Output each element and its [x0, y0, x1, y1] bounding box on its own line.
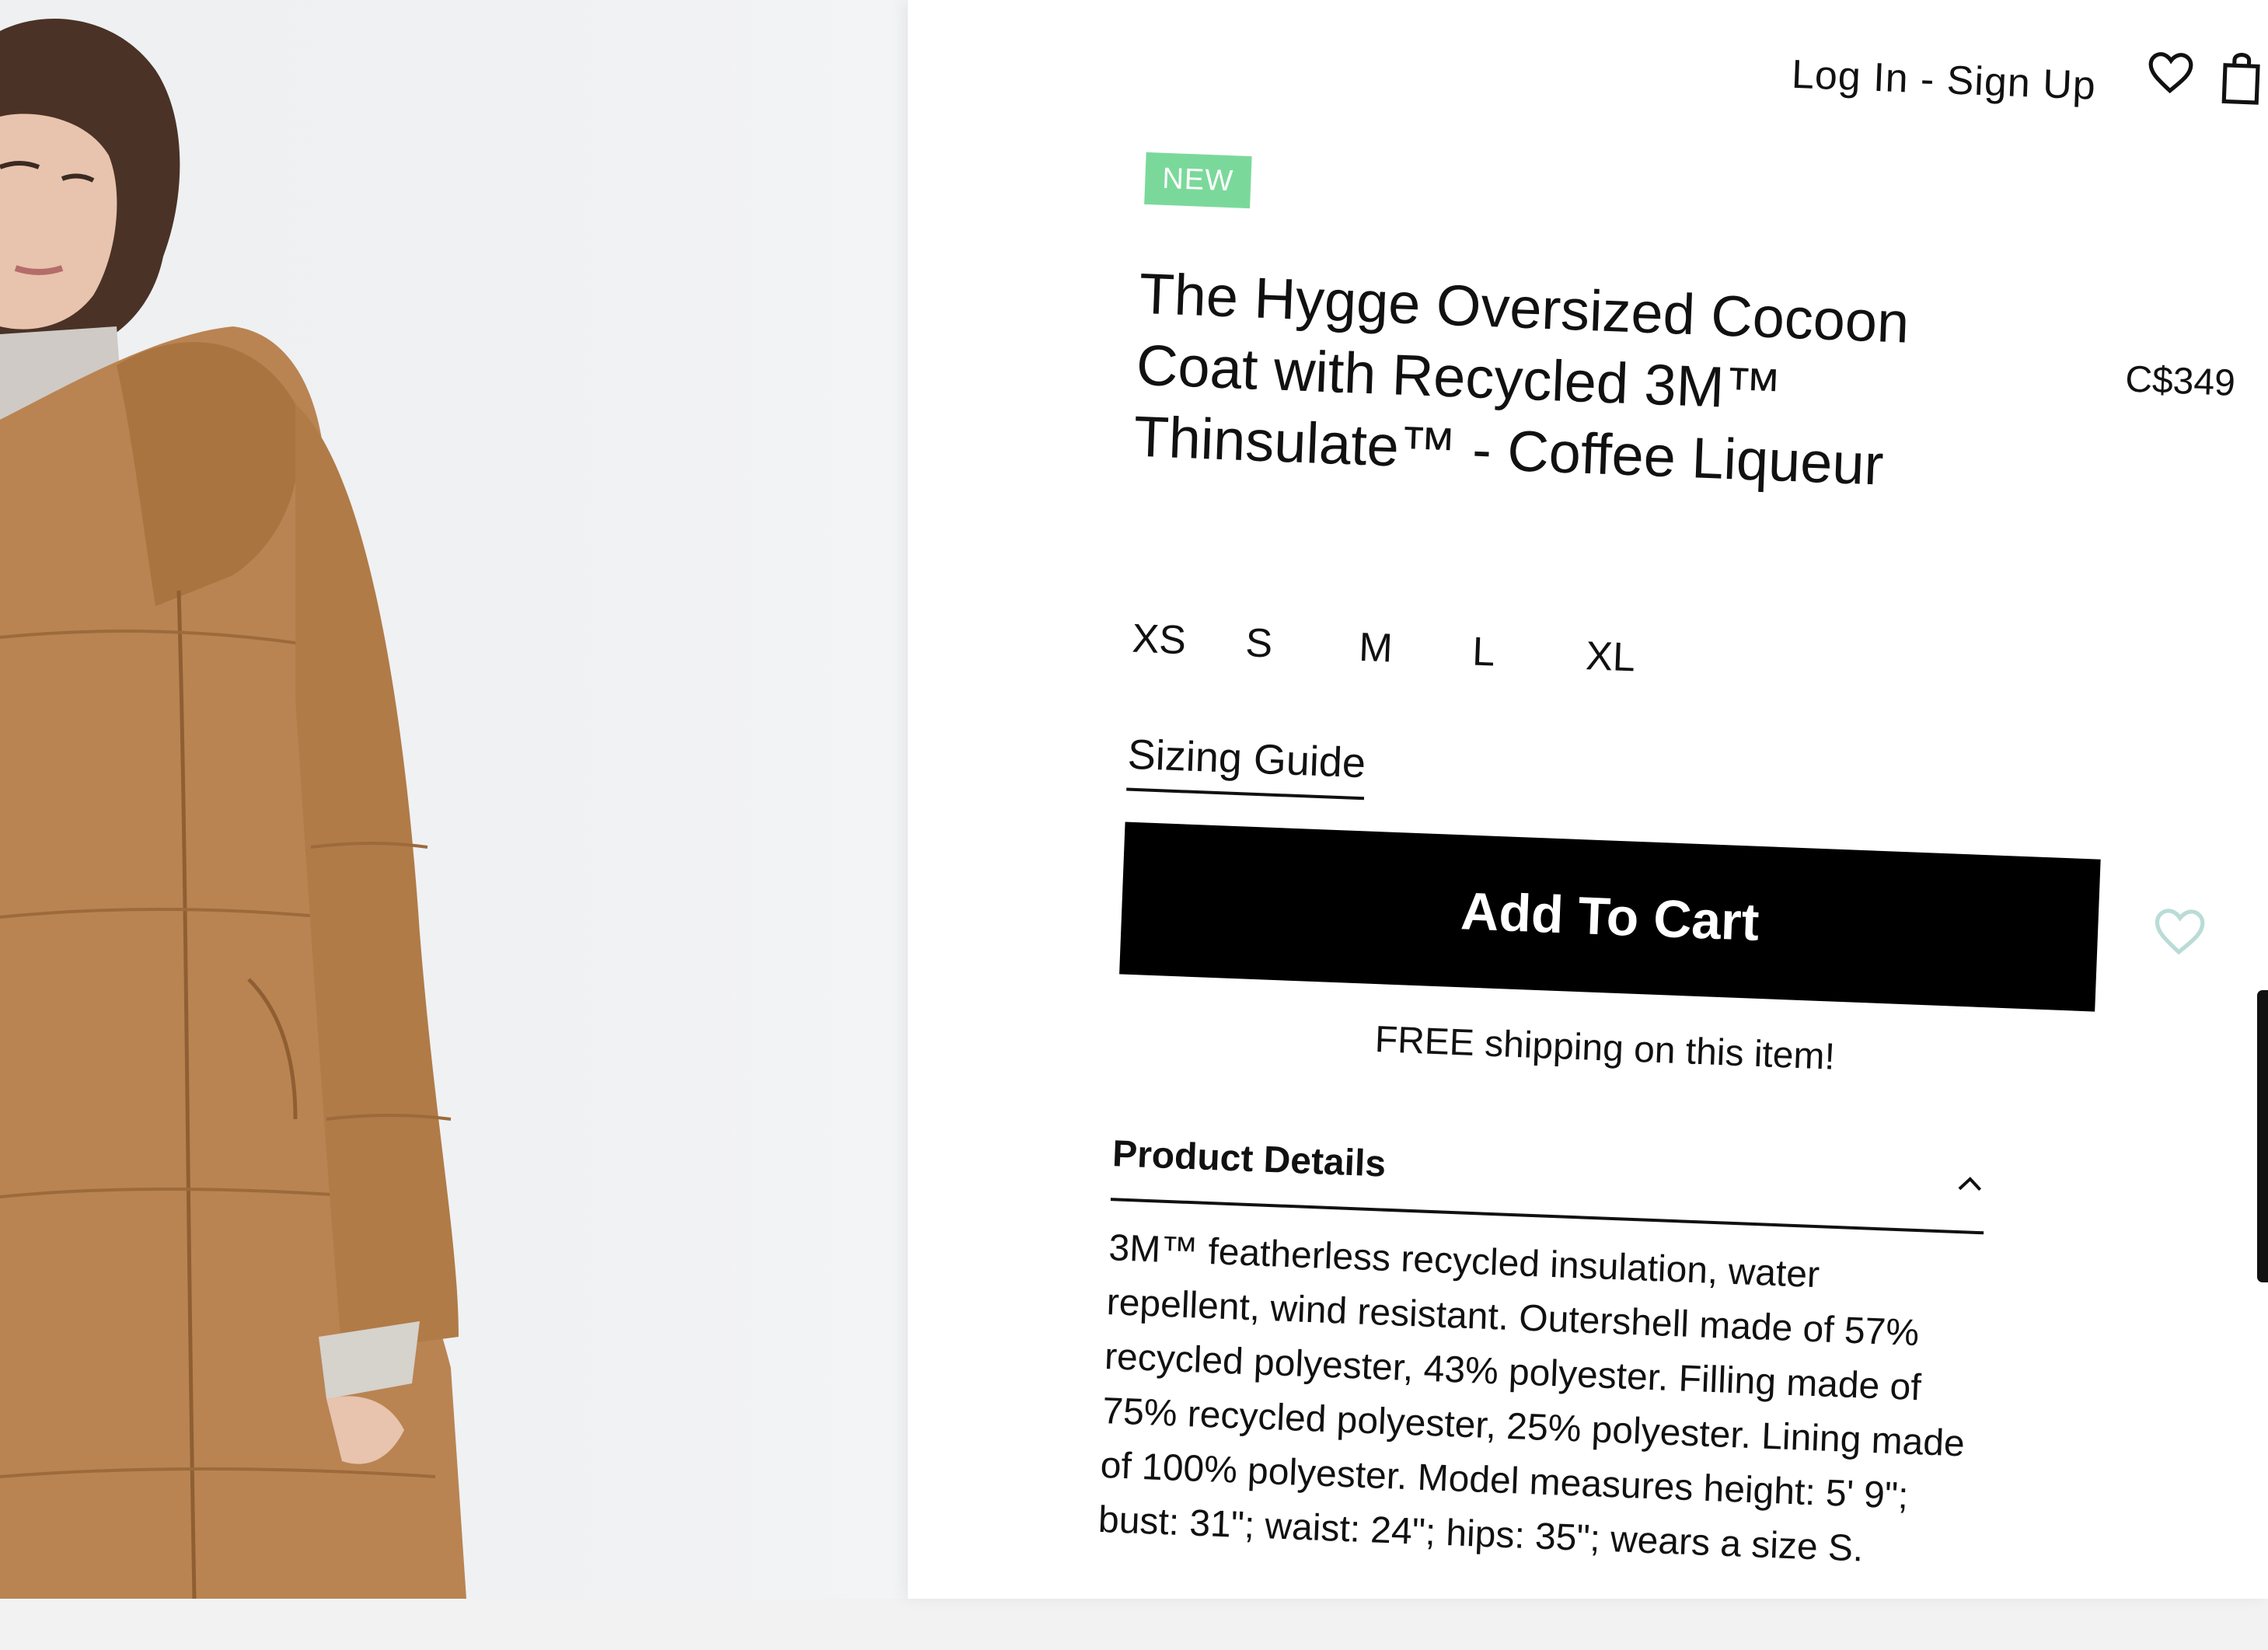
size-option-s[interactable]: S: [1244, 619, 1359, 671]
size-option-xl[interactable]: XL: [1585, 633, 1700, 684]
scrollbar[interactable]: [2257, 990, 2268, 1282]
product-info-content: Log In - Sign Up NEW The Hygge Oversized…: [846, 0, 2267, 1650]
product-price: C$349: [2124, 358, 2236, 404]
size-option-l[interactable]: L: [1471, 629, 1586, 680]
product-details-text: 3M™ featherless recycled insulation, wat…: [1097, 1227, 1966, 1570]
heart-icon[interactable]: [2151, 903, 2208, 960]
heart-icon[interactable]: [2145, 47, 2195, 97]
product-photo: [0, 0, 909, 1599]
product-details-title: Product Details: [1111, 1133, 1387, 1185]
login-signup-link[interactable]: Log In - Sign Up: [1791, 51, 2097, 110]
sizing-guide-link[interactable]: Sizing Guide: [1126, 730, 1367, 801]
chevron-up-icon: [1954, 1168, 1987, 1201]
new-badge: NEW: [1144, 152, 1252, 209]
size-option-m[interactable]: M: [1358, 624, 1473, 675]
size-selector: XS S M L XL: [1132, 616, 1701, 684]
product-details-toggle[interactable]: Product Details: [1110, 1128, 1987, 1235]
shopping-bag-icon[interactable]: [2218, 51, 2264, 106]
shipping-note: FREE shipping on this item!: [1373, 1019, 1836, 1078]
product-title: The Hygge Oversized Cocoon Coat with Rec…: [1132, 260, 1910, 497]
size-option-xs[interactable]: XS: [1132, 616, 1247, 667]
model-coat-illustration: [0, 19, 466, 1599]
add-to-cart-button[interactable]: Add To Cart: [1119, 822, 2101, 1012]
